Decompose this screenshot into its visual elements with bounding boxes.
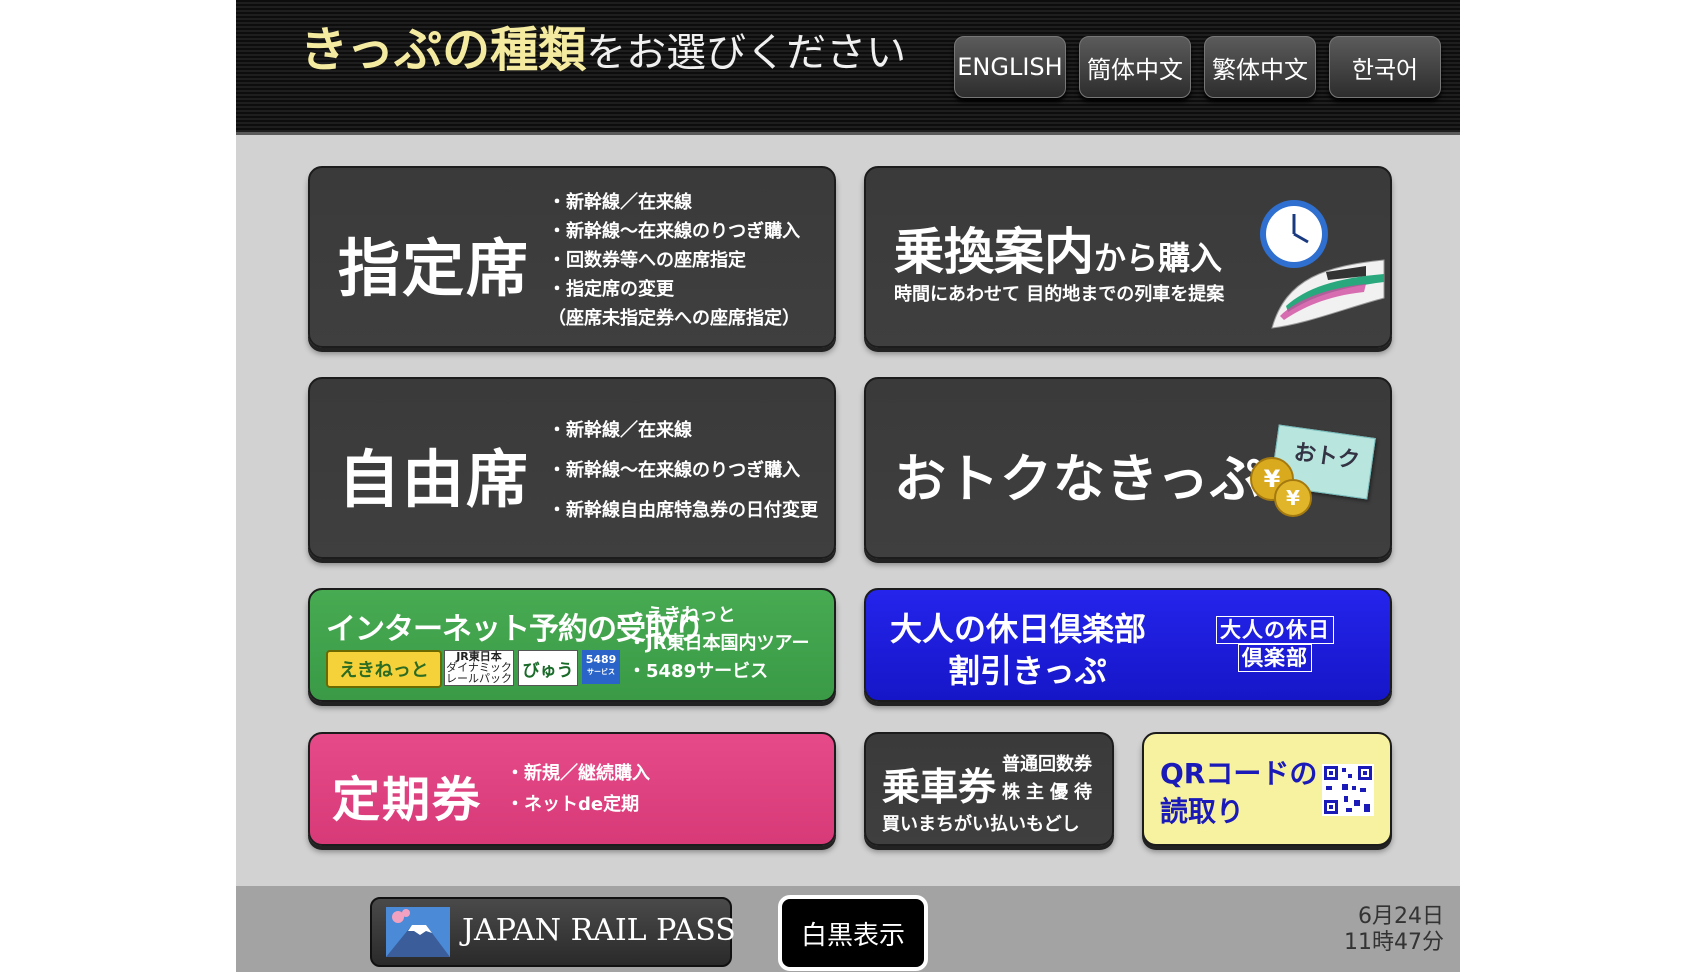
bullet-item: ・新幹線／在来線 xyxy=(548,420,692,441)
non-reserved-seat-button[interactable]: 自由席 ・新幹線／在来線 ・新幹線～在来線のりつぎ購入 ・新幹線自由席特急券の日… xyxy=(308,377,836,559)
ticket-label: 乗車券 xyxy=(882,765,997,809)
ticket-refund-text: 買いまちがい払いもどし xyxy=(882,814,1080,835)
footer: JAPAN RAIL PASS 白黒表示 6月24日 11時47分 xyxy=(236,886,1460,972)
discount-ticket-button[interactable]: おトクなきっぷ おトク ¥ ¥ xyxy=(864,377,1392,559)
internet-reservation-button[interactable]: インターネット予約の受取り えきねっと JR東日本 ダイナミック レールパック … xyxy=(308,588,836,702)
bullet-item: ・新幹線～在来線のりつぎ購入 xyxy=(548,221,801,242)
transfer-sub-label: から購入 xyxy=(1094,239,1223,277)
lang-traditional-chinese-button[interactable]: 繁体中文 xyxy=(1204,36,1316,98)
monochrome-display-button[interactable]: 白黒表示 xyxy=(778,895,928,971)
non-reserved-bullets: ・新幹線／在来線 ・新幹線～在来線のりつぎ購入 ・新幹線自由席特急券の日付変更 xyxy=(548,411,818,531)
commuter-pass-label: 定期券 xyxy=(332,772,483,828)
title-highlight: きっぷの種類 xyxy=(300,22,587,78)
bullet-item: ・指定席の変更 xyxy=(548,279,674,300)
ticket-coupon-text: 普通回数券 xyxy=(1002,754,1092,775)
bullet-item: ・新幹線／在来線 xyxy=(548,192,692,213)
discount-ticket-label: おトクなきっぷ xyxy=(894,450,1263,510)
mount-fuji-icon xyxy=(386,907,450,957)
qr-line2: 読取り xyxy=(1160,795,1245,828)
bullet-item: ・新幹線～在来線のりつぎ購入 xyxy=(548,460,801,481)
club-logo-line2: 倶楽部 xyxy=(1238,644,1312,672)
bullet-item: ・新規／継続購入 xyxy=(506,763,650,784)
adult-club-line2: 割引きっぷ xyxy=(948,652,1107,690)
transfer-subtitle: 時間にあわせて 目的地までの列車を提案 xyxy=(894,284,1225,305)
ekinet-logo: えきねっと xyxy=(326,650,442,688)
transfer-guide-label: 乗換案内から購入 xyxy=(894,212,1222,284)
ticket-machine-screen: きっぷの種類をお選びください ENGLISH 簡体中文 繁体中文 한국어 指定席… xyxy=(236,0,1460,972)
qr-line1: QRコードの xyxy=(1160,757,1318,790)
adult-club-logo: 大人の休日 倶楽部 xyxy=(1216,616,1334,672)
japan-rail-pass-label: JAPAN RAIL PASS xyxy=(462,913,736,948)
5489-text: 5489 xyxy=(585,653,617,666)
view-logo: びゅう xyxy=(518,650,578,686)
internet-bullets: ・えきねっと ・JR東日本国内ツアー ・5489サービス xyxy=(628,602,809,686)
qr-code-icon xyxy=(1322,764,1374,816)
ticket-button[interactable]: 乗車券 普通回数券 株主優待 買いまちがい払いもどし xyxy=(864,732,1114,846)
5489-logo: 5489 サービス xyxy=(582,650,620,684)
datetime-display: 6月24日 11時47分 xyxy=(1344,904,1444,956)
railpack-text: レールパック xyxy=(446,672,512,685)
lang-simplified-chinese-button[interactable]: 簡体中文 xyxy=(1079,36,1191,98)
japan-rail-pass-button[interactable]: JAPAN RAIL PASS xyxy=(370,897,736,967)
adult-club-button[interactable]: 大人の休日倶楽部 割引きっぷ 大人の休日 倶楽部 xyxy=(864,588,1392,702)
commuter-bullets: ・新規／継続購入 ・ネットde定期 xyxy=(506,758,650,820)
bullet-item: ・えきねっと xyxy=(628,605,736,626)
bullet-item: （座席未指定券への座席指定） xyxy=(548,308,800,329)
club-logo-line1: 大人の休日 xyxy=(1216,616,1334,644)
bullet-item: ・JR東日本国内ツアー xyxy=(628,633,810,654)
shinkansen-icon xyxy=(1271,259,1385,329)
title-rest: をお選びください xyxy=(586,30,907,76)
date-text: 6月24日 xyxy=(1358,904,1444,929)
lang-english-button[interactable]: ENGLISH xyxy=(954,36,1066,98)
bullet-item: ・新幹線自由席特急券の日付変更 xyxy=(548,500,818,521)
adult-club-line1: 大人の休日倶楽部 xyxy=(890,610,1147,648)
commuter-pass-button[interactable]: 定期券 ・新規／継続購入 ・ネットde定期 xyxy=(308,732,836,846)
bullet-item: ・ネットde定期 xyxy=(506,794,640,815)
ticket-shareholder-text: 株主優待 xyxy=(1002,782,1098,803)
header: きっぷの種類をお選びください ENGLISH 簡体中文 繁体中文 한국어 xyxy=(236,0,1460,135)
bullet-item: ・5489サービス xyxy=(628,661,769,682)
discount-tag-text: おトク xyxy=(1292,439,1362,474)
jr-dynamic-logo: JR東日本 ダイナミック レールパック xyxy=(444,650,514,686)
transfer-guide-button[interactable]: 乗換案内から購入 時間にあわせて 目的地までの列車を提案 xyxy=(864,166,1392,348)
reserved-seat-label: 指定席 xyxy=(338,232,531,305)
qr-read-button[interactable]: QRコードの 読取り xyxy=(1142,732,1392,846)
reserved-seat-bullets: ・新幹線／在来線 ・新幹線～在来線のりつぎ購入 ・回数券等への座席指定 ・指定席… xyxy=(548,188,800,333)
lang-korean-button[interactable]: 한국어 xyxy=(1329,36,1441,98)
transfer-main-label: 乗換案内 xyxy=(894,223,1094,281)
time-text: 11時47分 xyxy=(1344,930,1444,955)
service-text: サービス xyxy=(587,668,615,676)
page-title: きっぷの種類をお選びください xyxy=(300,10,906,80)
non-reserved-seat-label: 自由席 xyxy=(338,443,531,516)
bullet-item: ・回数券等への座席指定 xyxy=(548,250,746,271)
yen-coin-icon: ¥ xyxy=(1274,479,1312,517)
reserved-seat-button[interactable]: 指定席 ・新幹線／在来線 ・新幹線～在来線のりつぎ購入 ・回数券等への座席指定 … xyxy=(308,166,836,348)
